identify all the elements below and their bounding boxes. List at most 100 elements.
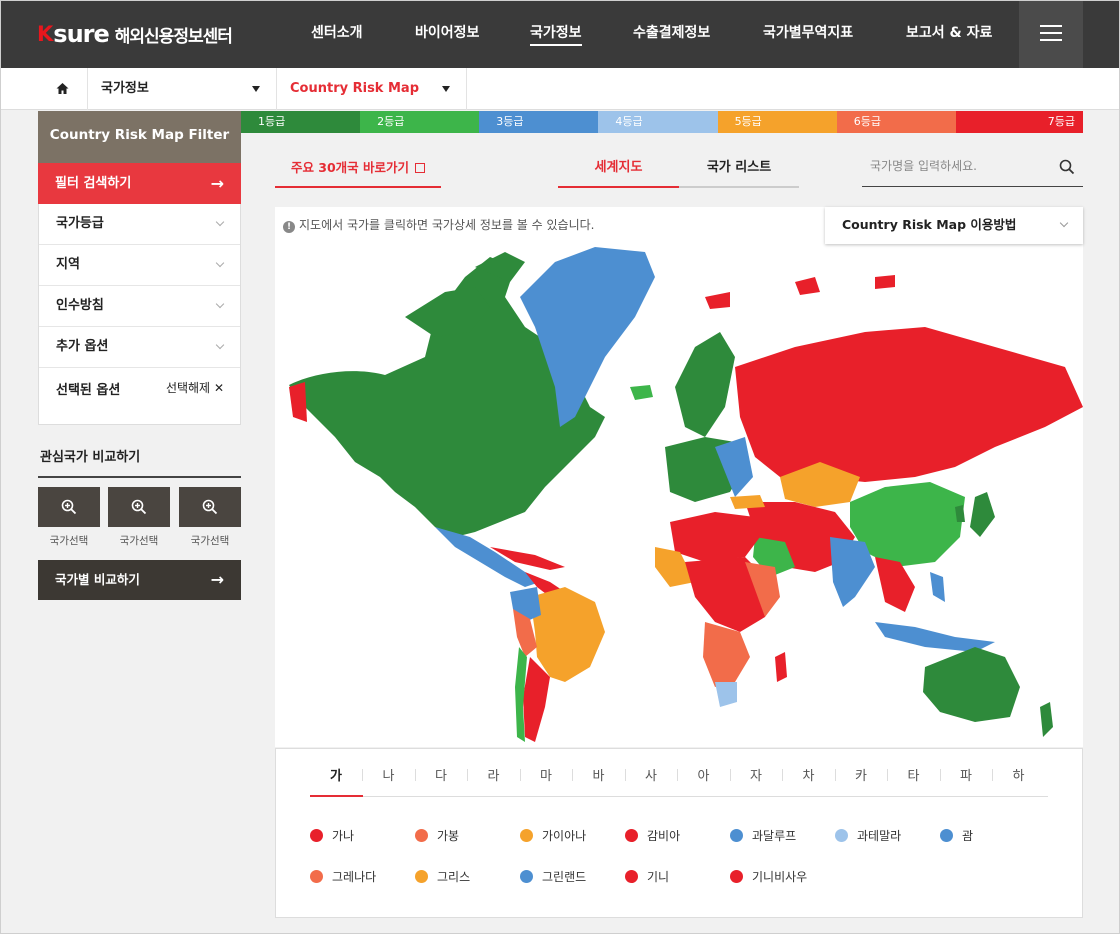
map-south-africa xyxy=(715,682,737,707)
logo-text: 해외신용정보센터 xyxy=(114,26,233,47)
filter-item-grade[interactable]: 국가등급 xyxy=(39,204,240,245)
filter-search-button[interactable]: 필터 검색하기 → xyxy=(38,163,241,204)
country-item[interactable]: 감비아 xyxy=(625,827,680,844)
ksure-logo[interactable]: K sure 해외신용정보센터 xyxy=(37,20,233,48)
filter-item-policy[interactable]: 인수방침 xyxy=(39,286,240,327)
grade-label: 6등급 xyxy=(853,115,881,128)
country-search-input[interactable]: 국가명을 입력하세요. xyxy=(862,150,1083,187)
reset-label: 선택해제 xyxy=(165,381,211,395)
grade-3[interactable]: 3등급 xyxy=(479,111,599,133)
country-item[interactable]: 과테말라 xyxy=(835,827,901,844)
compare-slot-1[interactable] xyxy=(38,487,100,527)
country-item[interactable]: 기니비사우 xyxy=(730,868,807,885)
letter-tab[interactable]: 마 xyxy=(520,765,572,784)
letter-tab[interactable]: 자 xyxy=(730,765,782,784)
grade-dot xyxy=(520,870,533,883)
grade-dot xyxy=(520,829,533,842)
grade-7[interactable]: 7등급 xyxy=(955,111,1083,133)
country-index-panel: 가 나 다 라 마 바 사 아 자 차 카 타 파 하 가나 가봉 가이아나 감… xyxy=(275,748,1083,918)
letter-tab[interactable]: 가 xyxy=(310,765,362,784)
country-item[interactable]: 그린랜드 xyxy=(520,868,586,885)
compare-button[interactable]: 국가별 비교하기 → xyxy=(38,560,241,600)
filter-title: Country Risk Map Filter xyxy=(38,111,241,163)
selected-options-label: 선택된 옵션 xyxy=(56,383,121,398)
map-panel: ! 지도에서 국가를 클릭하면 국가상세 정보를 볼 수 있습니다. Countr… xyxy=(275,207,1083,747)
letter-tab[interactable]: 아 xyxy=(678,765,730,784)
filter-item-extra[interactable]: 추가 옵션 xyxy=(39,327,240,368)
map-scandinavia xyxy=(675,332,735,437)
filter-search-label: 필터 검색하기 xyxy=(55,176,132,191)
letter-tab[interactable]: 사 xyxy=(625,765,677,784)
country-item[interactable]: 가이아나 xyxy=(520,827,586,844)
compare-slot-3[interactable] xyxy=(179,487,241,527)
country-item[interactable]: 그레나다 xyxy=(310,868,376,885)
map-nz xyxy=(1040,702,1053,737)
country-item[interactable]: 가나 xyxy=(310,827,354,844)
grade-5[interactable]: 5등급 xyxy=(717,111,837,133)
country-item[interactable]: 괌 xyxy=(940,827,973,844)
reset-button[interactable]: 선택해제 ✕ xyxy=(166,379,224,396)
grade-legend-bar: 1등급 2등급 3등급 4등급 5등급 6등급 7등급 xyxy=(241,111,1083,133)
compare-slot-2[interactable] xyxy=(108,487,170,527)
chevron-down-icon xyxy=(215,299,225,309)
nav-trade[interactable]: 국가별무역지표 xyxy=(763,22,853,42)
arrow-right-icon: → xyxy=(210,174,224,193)
nav-buyer[interactable]: 바이어정보 xyxy=(415,22,479,42)
compare-slot-label: 국가선택 xyxy=(49,535,89,547)
chevron-down-icon xyxy=(215,217,225,227)
letter-tab[interactable]: 차 xyxy=(783,765,835,784)
map-notice-text: 지도에서 국가를 클릭하면 국가상세 정보를 볼 수 있습니다. xyxy=(299,218,595,232)
map-southern-africa xyxy=(703,622,750,687)
map-japan xyxy=(970,492,995,537)
chevron-down-icon xyxy=(1059,218,1069,228)
grade-dot xyxy=(310,870,323,883)
letter-tab[interactable]: 파 xyxy=(940,765,992,784)
compare-button-label: 국가별 비교하기 xyxy=(55,572,140,587)
letter-tab[interactable]: 다 xyxy=(415,765,467,784)
country-item[interactable]: 가봉 xyxy=(415,827,459,844)
logo-k: K xyxy=(37,22,53,46)
breadcrumb-level2-select[interactable]: Country Risk Map xyxy=(277,68,467,110)
chevron-down-icon xyxy=(215,340,225,350)
filter-item-label: 추가 옵션 xyxy=(56,339,109,354)
zoom-in-icon xyxy=(61,499,77,515)
map-madagascar xyxy=(775,652,787,682)
map-arctic-islands xyxy=(705,275,895,309)
compare-title: 관심국가 비교하기 xyxy=(38,446,241,478)
letter-tab[interactable]: 바 xyxy=(573,765,625,784)
country-item[interactable]: 그리스 xyxy=(415,868,470,885)
nav-country[interactable]: 국가정보 xyxy=(530,22,582,46)
grade-dot xyxy=(415,870,428,883)
menu-icon[interactable] xyxy=(1019,0,1083,68)
filter-list: 국가등급 지역 인수방침 추가 옵션 선택된 옵션 선택해제 ✕ xyxy=(38,204,241,425)
grade-2[interactable]: 2등급 xyxy=(360,111,480,133)
home-icon[interactable] xyxy=(38,68,88,110)
close-icon: ✕ xyxy=(213,381,224,395)
nav-payment[interactable]: 수출결제정보 xyxy=(633,22,710,42)
nav-about[interactable]: 센터소개 xyxy=(311,22,363,42)
tab-world-map[interactable]: 세계지도 xyxy=(558,152,679,188)
country-item[interactable]: 기니 xyxy=(625,868,669,885)
grade-dot xyxy=(625,870,638,883)
breadcrumb-level1-select[interactable]: 국가정보 xyxy=(88,68,277,110)
grade-4[interactable]: 4등급 xyxy=(598,111,718,133)
letter-tab[interactable]: 하 xyxy=(993,765,1045,784)
filter-item-region[interactable]: 지역 xyxy=(39,245,240,286)
world-map[interactable] xyxy=(275,237,1083,747)
letter-tab[interactable]: 나 xyxy=(363,765,415,784)
top30-link[interactable]: 주요 30개국 바로가기 xyxy=(275,152,441,188)
caret-down-icon xyxy=(252,86,260,92)
letter-tabs: 가 나 다 라 마 바 사 아 자 차 카 타 파 하 xyxy=(310,749,1048,797)
caret-down-icon xyxy=(442,86,450,92)
grade-6[interactable]: 6등급 xyxy=(836,111,956,133)
letter-tab[interactable]: 라 xyxy=(468,765,520,784)
nav-reports[interactable]: 보고서 & 자료 xyxy=(906,22,992,42)
country-item[interactable]: 과달루프 xyxy=(730,827,796,844)
letter-tab[interactable]: 카 xyxy=(835,765,887,784)
chevron-down-icon xyxy=(215,258,225,268)
map-brazil xyxy=(530,587,605,682)
letter-tab[interactable]: 타 xyxy=(888,765,940,784)
filter-item-label: 지역 xyxy=(56,257,80,272)
grade-1[interactable]: 1등급 xyxy=(241,111,361,133)
tab-country-list[interactable]: 국가 리스트 xyxy=(679,152,799,188)
